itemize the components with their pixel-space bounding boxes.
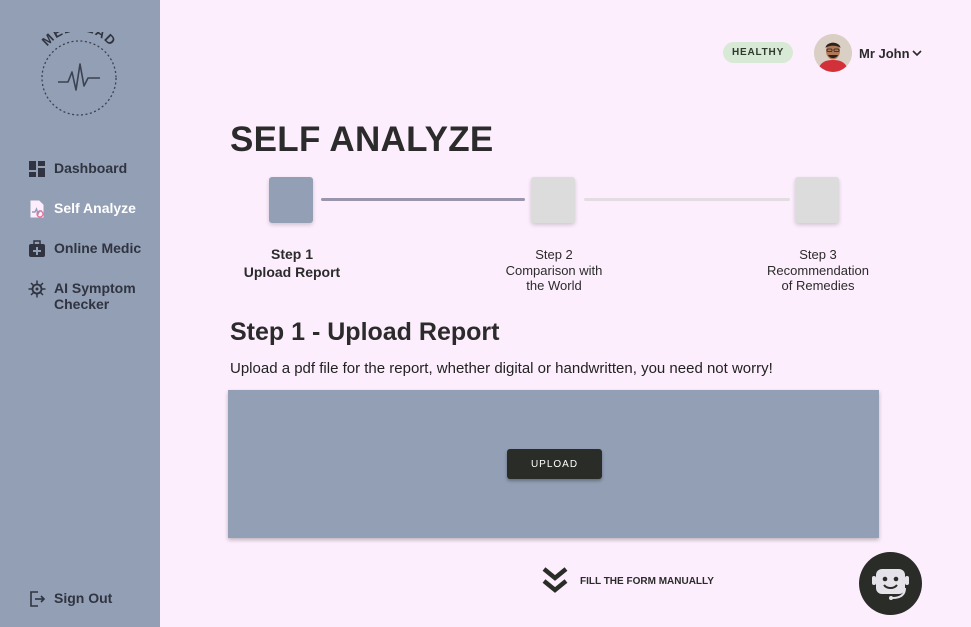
chevron-down-icon[interactable] xyxy=(911,48,923,58)
chatbot-icon xyxy=(872,569,909,600)
logo-text: MEDHEAD xyxy=(39,19,119,48)
step-3-indicator[interactable] xyxy=(795,177,839,223)
status-badge: HEALTHY xyxy=(723,42,793,63)
sidebar-item-label: AI Symptom Checker xyxy=(54,280,136,312)
sidebar-item-label: Online Medic xyxy=(54,240,142,256)
section-title: Step 1 - Upload Report xyxy=(230,318,500,346)
chatbot-button[interactable] xyxy=(859,552,922,615)
sidebar-item-online-medic[interactable]: Online Medic xyxy=(28,240,141,258)
upload-button[interactable]: UPLOAD xyxy=(507,449,602,479)
step-1-indicator[interactable] xyxy=(269,177,313,223)
sidebar-item-ai-symptom-checker[interactable]: AI Symptom Checker xyxy=(28,280,136,312)
section-description: Upload a pdf file for the report, whethe… xyxy=(230,360,773,377)
avatar[interactable] xyxy=(814,34,852,72)
virus-icon xyxy=(28,280,46,298)
sidebar: MEDHEAD Dashboard Self Analyze Onl xyxy=(0,0,160,627)
svg-text:MEDHEAD: MEDHEAD xyxy=(39,32,120,49)
fill-form-manually-label: FILL THE FORM MANUALLY xyxy=(580,575,714,587)
double-chevron-down-icon xyxy=(542,567,568,593)
sidebar-item-label: Self Analyze xyxy=(54,200,136,216)
sidebar-item-self-analyze[interactable]: Self Analyze xyxy=(28,200,136,218)
step-connector-2 xyxy=(584,198,790,201)
step-2-indicator[interactable] xyxy=(531,177,575,223)
sign-out-icon xyxy=(30,591,46,607)
sidebar-item-dashboard[interactable]: Dashboard xyxy=(28,160,127,178)
user-name[interactable]: Mr John xyxy=(859,46,910,61)
fill-form-manually-link[interactable]: FILL THE FORM MANUALLY xyxy=(541,566,714,596)
step-2-label: Step 2 Comparison with the World xyxy=(505,247,603,293)
medhead-logo[interactable]: MEDHEAD xyxy=(36,19,122,118)
sidebar-item-label: Dashboard xyxy=(54,160,128,176)
step-3-label: Step 3 Recommendation of Remedies xyxy=(767,247,869,293)
user-avatar-image xyxy=(814,34,852,72)
heartbeat-logo-icon: MEDHEAD xyxy=(39,19,120,116)
step-1-label: Step 1 Upload Report xyxy=(243,246,341,280)
dashboard-icon xyxy=(29,161,45,177)
self-analyze-icon xyxy=(30,200,44,218)
sign-out-button[interactable]: Sign Out xyxy=(28,590,112,608)
page-title: SELF ANALYZE xyxy=(230,120,494,159)
step-connector-1 xyxy=(321,198,525,201)
medical-kit-icon xyxy=(29,240,45,257)
sign-out-label: Sign Out xyxy=(54,590,113,606)
